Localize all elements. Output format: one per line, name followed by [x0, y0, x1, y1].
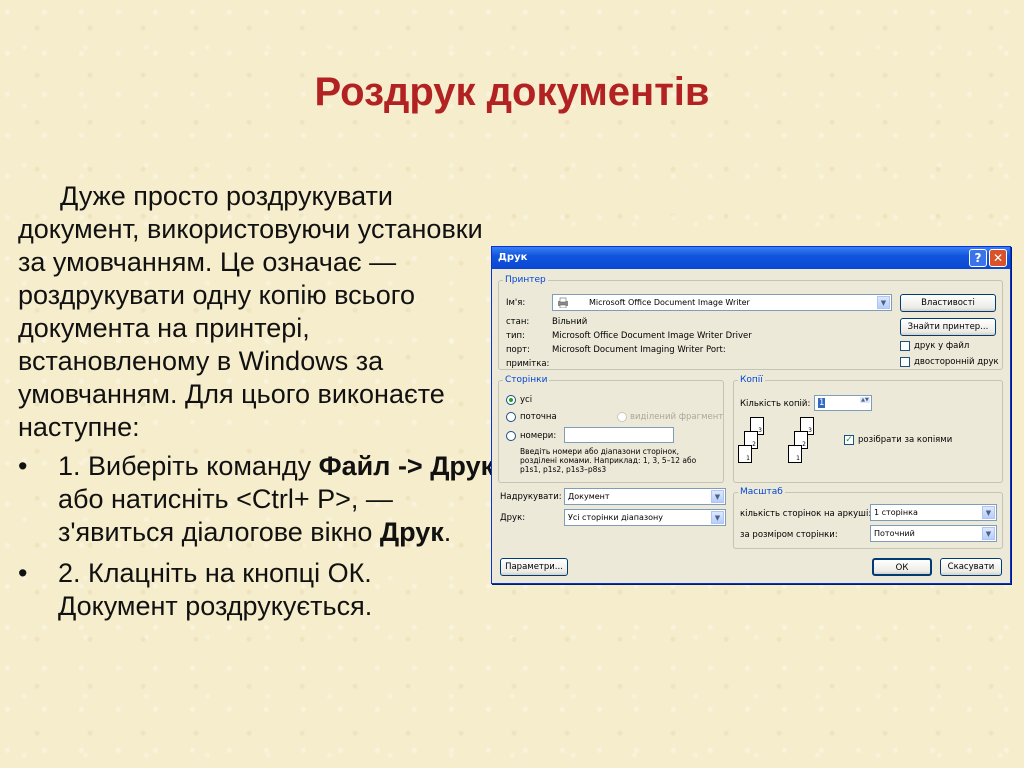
intro-paragraph: Дуже просто роздрукувати документ, викор…: [18, 181, 483, 442]
pages-per-sheet-label: кількість сторінок на аркуші:: [740, 509, 872, 519]
pages-hint: Введіть номери або діапазони сторінок, р…: [520, 447, 697, 474]
bullet-text: .: [443, 517, 452, 547]
copies-legend: Копії: [740, 375, 763, 385]
print-to-file-checkbox[interactable]: [900, 341, 910, 351]
port-label: порт:: [506, 345, 530, 355]
copies-count-value: 1: [818, 398, 826, 408]
bullet-bold-dialog: Друк: [379, 517, 444, 547]
bullet-text: або натисніть <Ctrl+ P>, — з'явиться діа…: [58, 484, 393, 547]
bullet-bold-command: Файл -> Друк: [318, 451, 495, 481]
printer-legend: Принтер: [505, 275, 546, 285]
properties-button[interactable]: Властивості: [900, 294, 996, 312]
ok-button[interactable]: ОК: [872, 558, 932, 576]
close-button[interactable]: ✕: [989, 249, 1007, 267]
copies-group: Копії: [733, 375, 1003, 483]
chevron-down-icon[interactable]: ▼: [711, 490, 724, 503]
bullet-item-1: • 1. Виберіть команду Файл -> Друк або н…: [18, 450, 498, 549]
options-button[interactable]: Параметри...: [500, 558, 568, 576]
dialog-titlebar[interactable]: Друк ? ✕: [492, 247, 1010, 269]
bullet-dot: •: [18, 558, 28, 588]
printer-name-select[interactable]: Microsoft Office Document Image Writer ▼: [552, 294, 892, 311]
pages-all-radio[interactable]: [506, 395, 516, 405]
collate-checkbox[interactable]: ✓: [844, 435, 854, 445]
collate-page-icon: 1: [788, 445, 802, 463]
spin-icon[interactable]: ▲▼: [860, 397, 870, 403]
print-what-value: Документ: [568, 492, 610, 501]
pages-all-label[interactable]: усі: [520, 395, 532, 405]
pages-current-label[interactable]: поточна: [520, 412, 557, 422]
help-button[interactable]: ?: [969, 249, 987, 267]
print-range-label: Друк:: [500, 513, 526, 523]
print-what-select[interactable]: Документ ▼: [564, 488, 726, 505]
scale-value: Поточний: [874, 529, 915, 538]
pages-selection-radio: [617, 412, 627, 422]
chevron-down-icon[interactable]: ▼: [982, 506, 995, 519]
printer-name-value: Microsoft Office Document Image Writer: [589, 298, 750, 307]
slide-title: Роздрук документів: [314, 70, 710, 114]
printer-icon: [557, 297, 569, 309]
duplex-label[interactable]: двосторонній друк: [914, 357, 999, 367]
scale-select[interactable]: Поточний ▼: [870, 525, 997, 542]
print-range-select[interactable]: Усі сторінки діапазону ▼: [564, 509, 726, 526]
collate-page-icon: 1: [738, 445, 752, 463]
bullet-dot: •: [18, 451, 28, 481]
pages-numbers-input[interactable]: [564, 427, 674, 443]
copies-count-input[interactable]: 1 ▲▼: [814, 395, 872, 411]
slide-body: Дуже просто роздрукувати документ, викор…: [18, 180, 498, 631]
bullet-list: • 1. Виберіть команду Файл -> Друк або н…: [18, 450, 498, 623]
chevron-down-icon[interactable]: ▼: [877, 296, 890, 309]
zoom-legend: Масштаб: [740, 487, 783, 497]
print-what-label: Надрукувати:: [500, 492, 562, 502]
chevron-down-icon[interactable]: ▼: [982, 527, 995, 540]
print-range-value: Усі сторінки діапазону: [568, 513, 663, 522]
type-label: тип:: [506, 331, 525, 341]
status-label: стан:: [506, 317, 530, 327]
copies-count-label: Кількість копій:: [740, 399, 811, 409]
printer-name-label: Ім'я:: [506, 298, 526, 308]
duplex-checkbox[interactable]: [900, 357, 910, 367]
pages-numbers-label[interactable]: номери:: [520, 431, 556, 441]
pages-per-sheet-value: 1 сторінка: [874, 508, 918, 517]
pages-per-sheet-select[interactable]: 1 сторінка ▼: [870, 504, 997, 521]
bullet-text: 2. Клацніть на кнопці ОК. Документ роздр…: [58, 558, 373, 621]
scale-label: за розміром сторінки:: [740, 530, 838, 540]
pages-current-radio[interactable]: [506, 412, 516, 422]
find-printer-button[interactable]: Знайти принтер...: [900, 318, 996, 336]
pages-legend: Сторінки: [505, 375, 548, 385]
collate-label[interactable]: розібрати за копіями: [858, 435, 952, 445]
status-value: Вільний: [552, 317, 588, 327]
pages-selection-label: виділений фрагмент: [630, 412, 724, 422]
cancel-button[interactable]: Скасувати: [940, 558, 1002, 576]
type-value: Microsoft Office Document Image Writer D…: [552, 331, 752, 341]
dialog-title: Друк: [498, 252, 528, 263]
pages-numbers-radio[interactable]: [506, 431, 516, 441]
print-dialog: Друк ? ✕ Принтер Ім'я: Microsoft Office …: [491, 246, 1011, 584]
comment-label: примітка:: [506, 359, 550, 369]
bullet-text: 1. Виберіть команду: [58, 451, 319, 481]
port-value: Microsoft Document Imaging Writer Port:: [552, 345, 726, 355]
chevron-down-icon[interactable]: ▼: [711, 511, 724, 524]
print-to-file-label[interactable]: друк у файл: [914, 341, 969, 351]
bullet-item-2: • 2. Клацніть на кнопці ОК. Документ роз…: [18, 557, 498, 623]
